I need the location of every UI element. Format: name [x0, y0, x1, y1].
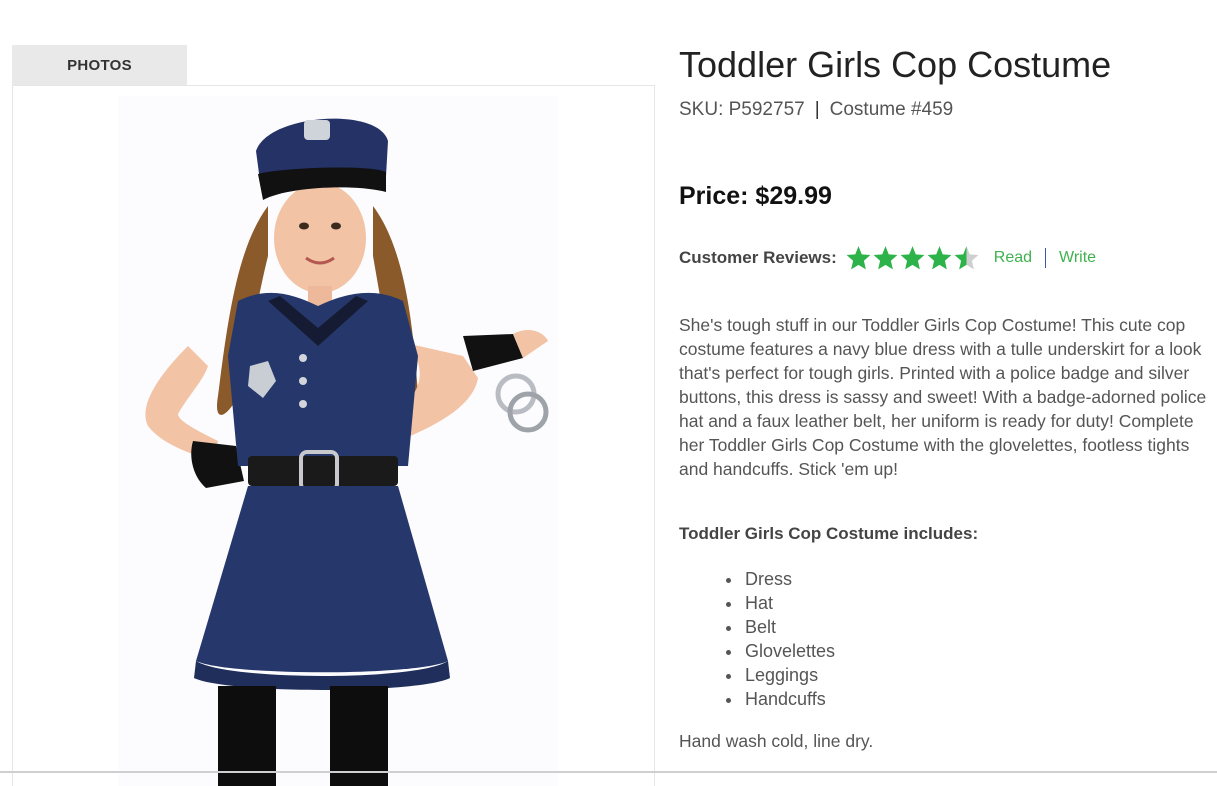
reviews-label: Customer Reviews: — [679, 248, 837, 267]
care-instructions: Hand wash cold, line dry. — [679, 731, 874, 751]
product-description: She's tough stuff in our Toddler Girls C… — [679, 315, 1207, 479]
sku-separator: | — [814, 99, 820, 120]
write-review-link[interactable]: Write — [1059, 249, 1096, 267]
star-icon — [927, 246, 952, 270]
price: Price: $29.99 — [679, 182, 832, 210]
includes-list: Dress Hat Belt Glovelettes Leggings Hand… — [721, 567, 835, 711]
product-title: Toddler Girls Cop Costume — [679, 44, 1112, 85]
sku-line: SKU: P592757 | Costume #459 — [679, 99, 953, 121]
sku: SKU: P592757 — [679, 99, 805, 120]
star-icon — [900, 246, 925, 270]
customer-reviews: Customer Reviews: Read Write — [679, 245, 1096, 271]
list-item: Glovelettes — [743, 639, 835, 663]
product-photo[interactable] — [118, 96, 558, 786]
review-links-divider — [1045, 248, 1047, 268]
list-item: Belt — [743, 615, 835, 639]
photo-panel — [12, 85, 655, 786]
list-item: Leggings — [743, 663, 835, 687]
list-item: Handcuffs — [743, 687, 835, 711]
photos-tab[interactable]: PHOTOS — [12, 45, 187, 85]
list-item: Dress — [743, 567, 835, 591]
list-item: Hat — [743, 591, 835, 615]
star-rating — [845, 245, 980, 271]
star-icon — [954, 246, 979, 270]
read-reviews-link[interactable]: Read — [994, 249, 1032, 267]
star-icon — [873, 246, 898, 270]
star-icon — [846, 246, 871, 270]
costume-number: Costume #459 — [829, 99, 954, 120]
includes-heading: Toddler Girls Cop Costume includes: — [679, 524, 979, 543]
